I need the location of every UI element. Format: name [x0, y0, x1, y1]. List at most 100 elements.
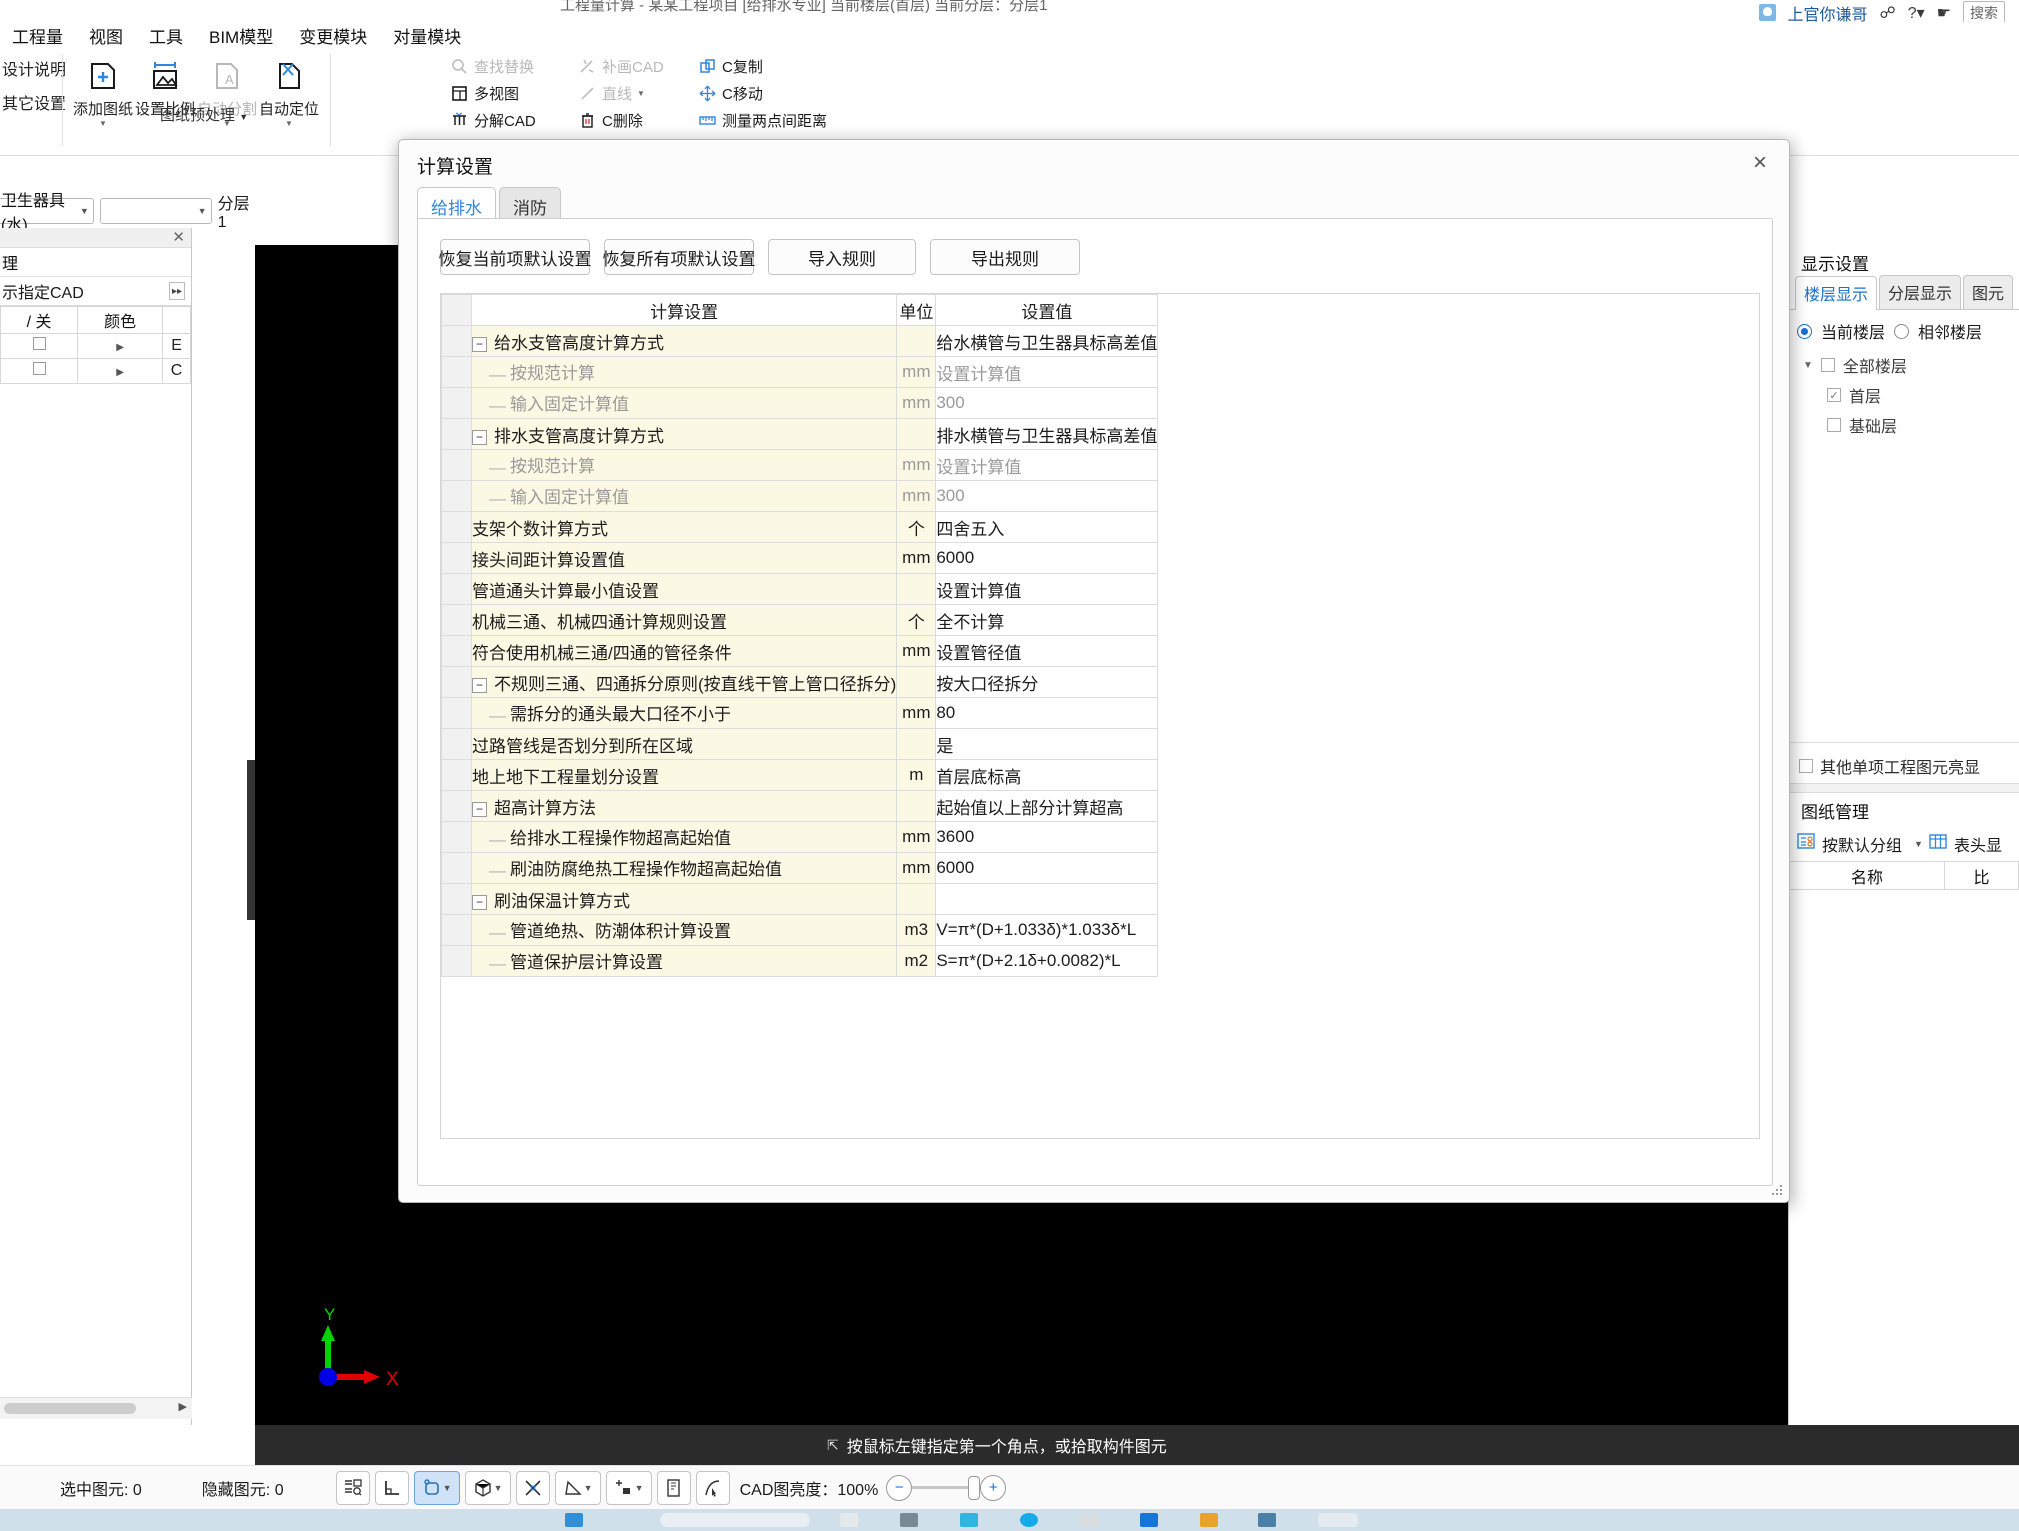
checkbox[interactable]	[1827, 418, 1841, 432]
table-row[interactable]: — 输入固定计算值 mm 300	[441, 387, 1159, 419]
table-row[interactable]: 机械三通、机械四通计算规则设置 个全不计算	[441, 604, 1159, 636]
minus-circle-icon[interactable]: −	[886, 1474, 913, 1501]
row-gutter-cell[interactable]	[441, 852, 472, 884]
menu-item-tools[interactable]: 工具	[149, 23, 183, 48]
table-row[interactable]: — 输入固定计算值 mm 300	[441, 480, 1159, 512]
ribbon-btn-auto-locate[interactable]: 自动定位 ▼	[258, 54, 320, 128]
setting-value-cell[interactable]: 给水横管与卫生器具标高差值	[935, 325, 1159, 357]
table-row[interactable]: ▶ E	[0, 333, 191, 359]
layer-query-icon[interactable]	[335, 1470, 370, 1505]
chevron-down-icon[interactable]: ▼	[99, 120, 107, 128]
minus-box-icon[interactable]: −	[472, 677, 487, 693]
row-gutter-cell[interactable]	[441, 387, 472, 419]
ribbon-btn-line[interactable]: 直线 ▼	[578, 83, 698, 104]
setting-value-cell[interactable]: 6000	[935, 542, 1159, 574]
column-header-name[interactable]: 名称	[1789, 861, 1945, 890]
table-row[interactable]: 管道通头计算最小值设置 设置计算值	[441, 573, 1159, 605]
menu-item-bim-model[interactable]: BIM模型	[209, 23, 273, 48]
row-gutter-cell[interactable]	[441, 418, 472, 450]
close-icon[interactable]: ✕	[172, 228, 185, 246]
rounded-shape-icon[interactable]: ▼	[413, 1470, 460, 1505]
checkbox[interactable]	[32, 362, 46, 375]
setting-value-cell[interactable]: 6000	[935, 852, 1159, 884]
setting-value-cell[interactable]: V=π*(D+1.033δ)*1.033δ*L	[935, 914, 1159, 946]
setting-value-cell[interactable]: 设置计算值	[935, 449, 1159, 481]
checkbox[interactable]	[32, 337, 46, 350]
curve-pick-icon[interactable]	[695, 1470, 730, 1505]
setting-name-cell[interactable]: — 给排水工程操作物超高起始值	[470, 821, 898, 853]
taskbar-app-icon[interactable]	[960, 1513, 978, 1527]
restore-all-defaults-button[interactable]: 恢复所有项默认设置	[603, 239, 756, 275]
taskbar-app-icon[interactable]	[1200, 1513, 1218, 1527]
taskbar-app-icon[interactable]	[1318, 1513, 1358, 1527]
taskbar-app-icon[interactable]	[900, 1513, 918, 1527]
table-header-label[interactable]: 表头显	[1954, 832, 2002, 856]
chevron-down-icon[interactable]: ▼	[285, 120, 293, 128]
row-gutter-cell[interactable]	[441, 325, 472, 357]
table-row[interactable]: 支架个数计算方式 个四舍五入	[441, 511, 1159, 543]
table-row[interactable]: — 管道绝热、防潮体积计算设置 m3 V=π*(D+1.033δ)*1.033δ*L	[441, 914, 1159, 946]
headset-icon[interactable]: ☍	[1880, 3, 1896, 22]
setting-value-cell[interactable]: 80	[935, 697, 1159, 729]
column-header-name[interactable]	[162, 306, 191, 334]
avatar[interactable]	[1758, 4, 1776, 22]
row-gutter-cell[interactable]	[441, 666, 472, 698]
setting-value-cell[interactable]: 起始值以上部分计算超高	[935, 790, 1159, 822]
setting-name-cell[interactable]: — 刷油防腐绝热工程操作物超高起始值	[470, 852, 898, 884]
checkbox-checked[interactable]: ✓	[1827, 388, 1841, 402]
setting-value-cell[interactable]: 设置管径值	[935, 635, 1159, 667]
column-header-setting[interactable]: 计算设置	[470, 294, 898, 326]
menu-item-view[interactable]: 视图	[89, 23, 123, 48]
table-header-icon[interactable]	[1929, 832, 1948, 856]
tree-item-foundation-floor[interactable]: 基础层	[1803, 410, 2019, 440]
expand-right-icon[interactable]: ▸▸	[169, 282, 185, 300]
tab-layer-display[interactable]: 分层显示	[1879, 275, 1962, 309]
minus-box-icon[interactable]: −	[472, 801, 487, 817]
minus-box-icon[interactable]: −	[472, 336, 487, 352]
search-input[interactable]: 搜索	[1963, 1, 2005, 22]
close-icon[interactable]: ×	[1745, 149, 1775, 177]
setting-value-cell[interactable]: 300	[935, 480, 1159, 512]
tree-item-first-floor[interactable]: ✓ 首层	[1803, 380, 2019, 410]
row-gutter-cell[interactable]	[441, 480, 472, 512]
taskbar-search-box[interactable]	[660, 1513, 810, 1527]
chevron-down-icon[interactable]: ▼	[635, 1483, 644, 1493]
chevron-down-icon[interactable]: ▼	[584, 1483, 593, 1493]
table-row[interactable]: — 按规范计算 mm 设置计算值	[441, 356, 1159, 388]
page-icon[interactable]	[656, 1470, 691, 1505]
restore-current-defaults-button[interactable]: 恢复当前项默认设置	[439, 239, 592, 275]
setting-name-cell[interactable]: 过路管线是否划分到所在区域	[470, 728, 898, 760]
table-row[interactable]: 符合使用机械三通/四通的管径条件 mm 设置管径值	[441, 635, 1159, 667]
setting-name-cell[interactable]: 支架个数计算方式	[470, 511, 898, 543]
ribbon-btn-add-drawing[interactable]: 添加图纸 ▼	[72, 54, 134, 128]
ribbon-btn-multi-view[interactable]: 多视图	[450, 83, 578, 104]
ribbon-btn-copy[interactable]: C复制	[698, 56, 888, 77]
setting-name-cell[interactable]: 管道通头计算最小值设置	[470, 573, 898, 605]
ribbon-btn-explode-cad[interactable]: 分解CAD	[450, 110, 578, 131]
resize-grip[interactable]	[1771, 1184, 1783, 1196]
setting-name-cell[interactable]: 符合使用机械三通/四通的管径条件	[470, 635, 898, 667]
taskbar-start-icon[interactable]	[565, 1513, 583, 1527]
row-gutter-cell[interactable]	[441, 449, 472, 481]
ribbon-other-settings[interactable]: 其它设置	[0, 86, 66, 120]
component-name-combo[interactable]: ▼	[99, 197, 212, 224]
table-row[interactable]: — 管道保护层计算设置 m2 S=π*(D+2.1δ+0.0082)*L	[441, 945, 1159, 977]
table-row[interactable]: 接头间距计算设置值 mm 6000	[441, 542, 1159, 574]
ortho-icon[interactable]	[374, 1470, 409, 1505]
row-gutter-cell[interactable]	[441, 945, 472, 977]
taskbar-app-icon[interactable]	[1080, 1513, 1098, 1527]
table-row[interactable]: 过路管线是否划分到所在区域 是	[441, 728, 1159, 760]
cube-3d-icon[interactable]: ▼	[464, 1470, 511, 1505]
setting-name-cell[interactable]: 机械三通、机械四通计算规则设置	[470, 604, 898, 636]
row-gutter-cell[interactable]	[441, 511, 472, 543]
table-row[interactable]: — 需拆分的通头最大口径不小于 mm 80	[441, 697, 1159, 729]
intersection-icon[interactable]	[515, 1470, 550, 1505]
column-header-unit[interactable]: 单位	[896, 294, 937, 326]
setting-value-cell[interactable]: 首层底标高	[935, 759, 1159, 791]
tab-element-display[interactable]: 图元	[1963, 275, 2014, 309]
row-checkbox-cell[interactable]	[0, 333, 79, 359]
setting-value-cell[interactable]: 3600	[935, 821, 1159, 853]
row-gutter-cell[interactable]	[441, 759, 472, 791]
triangle-down-icon[interactable]: ▼	[1803, 360, 1813, 371]
setting-name-cell[interactable]: — 需拆分的通头最大口径不小于	[470, 697, 898, 729]
